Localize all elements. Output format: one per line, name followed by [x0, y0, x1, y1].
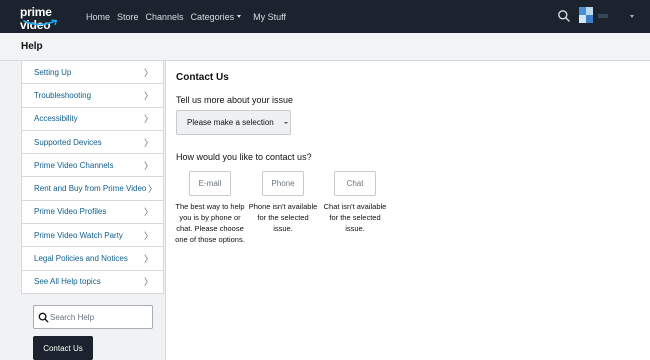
chevron-right-icon: 〉 — [143, 230, 153, 241]
avatar-tile — [586, 7, 593, 15]
sidebar-item-label: Setting Up — [34, 67, 72, 77]
chevron-right-icon: 〉 — [143, 137, 153, 148]
logo-smile-icon — [23, 19, 58, 26]
issue-select[interactable]: Please make a selection — [176, 110, 291, 135]
sidebar-item-supported-devices[interactable]: Supported Devices 〉 — [21, 130, 164, 155]
top-navbar: prime video Home Store Channels Categori… — [0, 0, 650, 33]
nav-categories-label: Categories — [190, 11, 235, 22]
contact-us-button[interactable]: Contact Us — [33, 336, 93, 360]
sidebar-item-label: Accessibility — [34, 114, 78, 124]
chevron-right-icon: 〉 — [143, 67, 153, 78]
search-help-input[interactable] — [50, 308, 148, 326]
chevron-right-icon: 〉 — [143, 207, 153, 218]
chevron-right-icon: 〉 — [143, 160, 153, 171]
sidebar-item-label: Prime Video Channels — [34, 160, 114, 170]
phone-option-description: Phone isn't available for the selected i… — [248, 202, 318, 233]
sidebar-item-accessibility[interactable]: Accessibility 〉 — [21, 107, 164, 131]
issue-select-value: Please make a selection — [187, 118, 274, 127]
chevron-right-icon: 〉 — [143, 90, 153, 101]
sidebar-item-setting-up[interactable]: Setting Up 〉 — [21, 61, 164, 85]
avatar-tile — [579, 7, 586, 15]
sidebar-item-label: Rent and Buy from Prime Video — [34, 184, 147, 194]
search-icon — [38, 312, 49, 323]
chevron-down-icon[interactable] — [630, 15, 634, 18]
email-option-button[interactable]: E-mail — [189, 171, 231, 196]
chat-option-description: Chat isn't available for the selected is… — [323, 202, 387, 233]
sidebar-item-label: See All Help topics — [34, 277, 101, 287]
sidebar-item-prime-video-channels[interactable]: Prime Video Channels 〉 — [21, 154, 164, 178]
help-header: Help — [0, 33, 650, 61]
section-title: Contact Us — [176, 72, 229, 83]
sidebar-item-prime-video-profiles[interactable]: Prime Video Profiles 〉 — [21, 200, 164, 225]
help-topics-list: Setting Up 〉 Troubleshooting 〉 Accessibi… — [21, 61, 164, 294]
chevron-right-icon: 〉 — [143, 277, 153, 288]
sidebar-item-label: Supported Devices — [34, 137, 102, 147]
nav-my-stuff[interactable]: My Stuff — [253, 12, 286, 22]
avatar-tile — [586, 15, 593, 23]
sidebar-item-rent-and-buy[interactable]: Rent and Buy from Prime Video 〉 — [21, 177, 164, 201]
help-sidebar: Setting Up 〉 Troubleshooting 〉 Accessibi… — [0, 61, 166, 360]
chat-option-button[interactable]: Chat — [334, 171, 376, 196]
page-title: Help — [21, 41, 43, 52]
nav-categories[interactable]: Categories — [191, 12, 242, 22]
chevron-right-icon: 〉 — [143, 114, 153, 125]
chevron-down-icon — [237, 15, 242, 18]
nav-store[interactable]: Store — [117, 12, 139, 22]
nav-links: Home Store Channels Categories My Stuff — [86, 0, 293, 33]
issue-label: Tell us more about your issue — [176, 95, 294, 105]
email-option-description: The best way to help you is by phone or … — [175, 202, 245, 244]
search-help-box — [33, 305, 153, 329]
chevron-right-icon: 〉 — [147, 184, 157, 195]
profile-name-redacted — [598, 14, 608, 18]
sidebar-item-label: Prime Video Watch Party — [34, 230, 123, 240]
nav-home[interactable]: Home — [86, 12, 110, 22]
sidebar-item-watch-party[interactable]: Prime Video Watch Party 〉 — [21, 224, 164, 248]
avatar-icon[interactable] — [579, 7, 593, 23]
prime-video-logo[interactable]: prime video — [20, 6, 80, 32]
avatar-tile — [579, 15, 586, 23]
chevron-down-icon — [284, 122, 288, 124]
sidebar-item-label: Legal Policies and Notices — [34, 254, 128, 264]
sidebar-item-see-all-topics[interactable]: See All Help topics 〉 — [21, 270, 164, 294]
search-icon[interactable] — [557, 9, 571, 23]
contact-us-panel: Contact Us Tell us more about your issue… — [175, 61, 636, 360]
nav-right — [530, 0, 650, 33]
nav-channels[interactable]: Channels — [146, 12, 184, 22]
contact-method-label: How would you like to contact us? — [176, 152, 312, 162]
sidebar-item-legal-policies[interactable]: Legal Policies and Notices 〉 — [21, 247, 164, 271]
sidebar-item-troubleshooting[interactable]: Troubleshooting 〉 — [21, 84, 164, 108]
sidebar-item-label: Prime Video Profiles — [34, 207, 107, 217]
phone-option-button[interactable]: Phone — [262, 171, 304, 196]
chevron-right-icon: 〉 — [143, 254, 153, 265]
sidebar-item-label: Troubleshooting — [34, 90, 92, 100]
